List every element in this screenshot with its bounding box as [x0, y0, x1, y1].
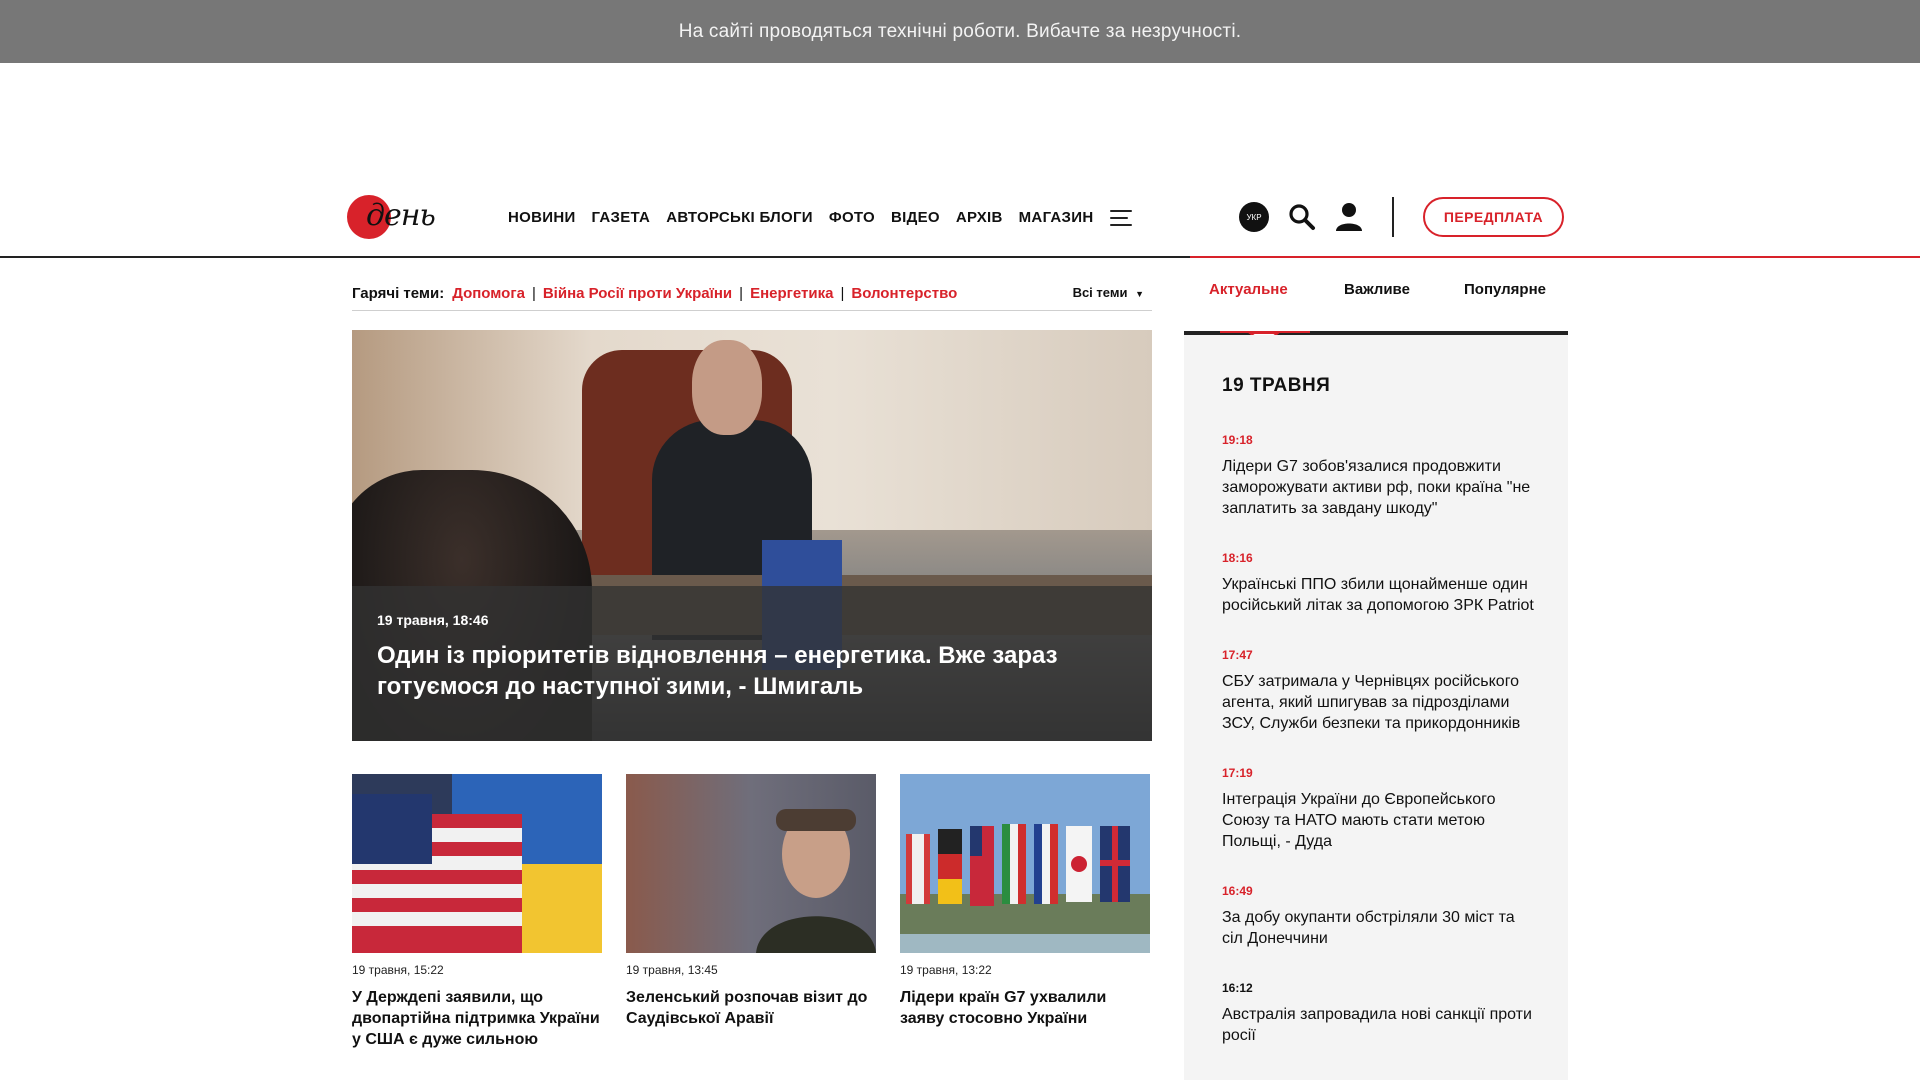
card-date: 19 травня, 13:22: [900, 963, 992, 977]
news-card[interactable]: 19 травня, 13:45 Зеленський розпочав віз…: [626, 774, 876, 1050]
feed-item-time: 18:16: [1222, 551, 1253, 565]
feed-item-text[interactable]: СБУ затримала у Чернівцях російського аг…: [1222, 671, 1540, 734]
feed-item-text[interactable]: Австралія запровадила нові санкції проти…: [1222, 1004, 1540, 1046]
site-logo[interactable]: день: [347, 195, 437, 241]
nav-item-video[interactable]: ВІДЕО: [891, 209, 940, 226]
maintenance-notice: На сайті проводяться технічні роботи. Ви…: [0, 0, 1920, 63]
news-feed: 19 ТРАВНЯ 19:18 Лідери G7 зобов'язалися …: [1184, 335, 1568, 1080]
news-card[interactable]: 19 травня, 13:22 Лідери країн G7 ухвалил…: [900, 774, 1150, 1050]
nav-item-news[interactable]: НОВИНИ: [508, 209, 576, 226]
user-icon[interactable]: [1335, 202, 1363, 232]
card-title[interactable]: Лідери країн G7 ухвалили заяву стосовно …: [900, 987, 1150, 1029]
news-card[interactable]: 19 травня, 15:22 У Держдепі заявили, що …: [352, 774, 602, 1050]
hot-topics-label: Гарячі теми:: [352, 285, 445, 302]
hot-topics-bar: Гарячі теми: Допомога | Війна Росії прот…: [352, 277, 1152, 311]
card-image-g7-flags[interactable]: [900, 774, 1150, 953]
all-topics-dropdown[interactable]: Всі теми ▼: [1073, 285, 1144, 300]
feed-item-time: 19:18: [1222, 433, 1253, 447]
hot-topic-link[interactable]: Енергетика: [750, 285, 833, 302]
feed-item-text[interactable]: Українські ППО збили щонайменше один рос…: [1222, 574, 1540, 616]
feed-item-text[interactable]: Лідери G7 зобов'язалися продовжити замор…: [1222, 456, 1540, 519]
sidebar-tabs: Актуальне Важливе Популярне: [1184, 277, 1568, 335]
hot-topic-link[interactable]: Волонтерство: [851, 285, 957, 302]
card-date: 19 травня, 13:45: [626, 963, 718, 977]
card-date: 19 травня, 15:22: [352, 963, 444, 977]
nav-item-shop[interactable]: МАГАЗИН: [1019, 209, 1094, 226]
header-accent-line: [1190, 256, 1920, 258]
subscribe-button[interactable]: ПЕРЕДПЛАТА: [1423, 197, 1564, 237]
tab-actual[interactable]: Актуальне: [1209, 281, 1288, 298]
feed-item-text[interactable]: Інтеграція України до Європейського Союз…: [1222, 789, 1540, 852]
news-cards: 19 травня, 15:22 У Держдепі заявили, що …: [352, 774, 1152, 1050]
hot-topic-link[interactable]: Війна Росії проти України: [543, 285, 732, 302]
site-header: день НОВИНИ ГАЗЕТА АВТОРСЬКІ БЛОГИ ФОТО …: [0, 190, 1920, 258]
card-title[interactable]: Зеленський розпочав візит до Саудівської…: [626, 987, 876, 1029]
hero-date: 19 травня, 18:46: [377, 612, 489, 628]
nav-item-archive[interactable]: АРХІВ: [956, 209, 1003, 226]
nav-item-photo[interactable]: ФОТО: [829, 209, 875, 226]
feed-item[interactable]: 18:16 Українські ППО збили щонайменше од…: [1222, 551, 1540, 616]
feed-item-time: 17:19: [1222, 766, 1253, 780]
logo-wordmark: день: [366, 198, 436, 233]
card-image-usa-ukraine-flags[interactable]: [352, 774, 602, 953]
card-title[interactable]: У Держдепі заявили, що двопартійна підтр…: [352, 987, 602, 1050]
hero-title[interactable]: Один із пріоритетів відновлення – енерге…: [377, 640, 1137, 702]
tab-important[interactable]: Важливе: [1344, 281, 1410, 298]
feed-item[interactable]: 17:19 Інтеграція України до Європейськог…: [1222, 766, 1540, 852]
main-nav: НОВИНИ ГАЗЕТА АВТОРСЬКІ БЛОГИ ФОТО ВІДЕО…: [508, 209, 1109, 226]
feed-item-time: 16:12: [1222, 981, 1253, 995]
feed-item[interactable]: 17:47 СБУ затримала у Чернівцях російськ…: [1222, 648, 1540, 734]
feed-item-time: 17:47: [1222, 648, 1253, 662]
feed-item[interactable]: 19:18 Лідери G7 зобов'язалися продовжити…: [1222, 433, 1540, 519]
feed-item-text[interactable]: За добу окупанти обстріляли 30 міст та с…: [1222, 907, 1540, 949]
feed-item[interactable]: 16:49 За добу окупанти обстріляли 30 міс…: [1222, 884, 1540, 949]
all-topics-label: Всі теми: [1072, 285, 1128, 300]
nav-item-newspaper[interactable]: ГАЗЕТА: [592, 209, 651, 226]
maintenance-notice-text: На сайті проводяться технічні роботи. Ви…: [678, 20, 1242, 42]
hot-topic-link[interactable]: Допомога: [452, 285, 525, 302]
menu-icon[interactable]: [1110, 208, 1134, 228]
card-image-portrait[interactable]: [626, 774, 876, 953]
header-divider: [1392, 197, 1394, 237]
feed-day-heading: 19 ТРАВНЯ: [1222, 375, 1331, 396]
caret-down-icon: ▼: [1135, 289, 1144, 299]
language-switch[interactable]: УКР: [1239, 202, 1269, 232]
feed-item-time: 16:49: [1222, 884, 1253, 898]
hero-article[interactable]: 19 травня, 18:46 Один із пріоритетів від…: [352, 330, 1152, 741]
feed-item[interactable]: 16:12 Австралія запровадила нові санкції…: [1222, 981, 1540, 1046]
search-icon[interactable]: [1288, 203, 1316, 231]
nav-item-blogs[interactable]: АВТОРСЬКІ БЛОГИ: [666, 209, 813, 226]
tab-popular[interactable]: Популярне: [1464, 281, 1546, 298]
